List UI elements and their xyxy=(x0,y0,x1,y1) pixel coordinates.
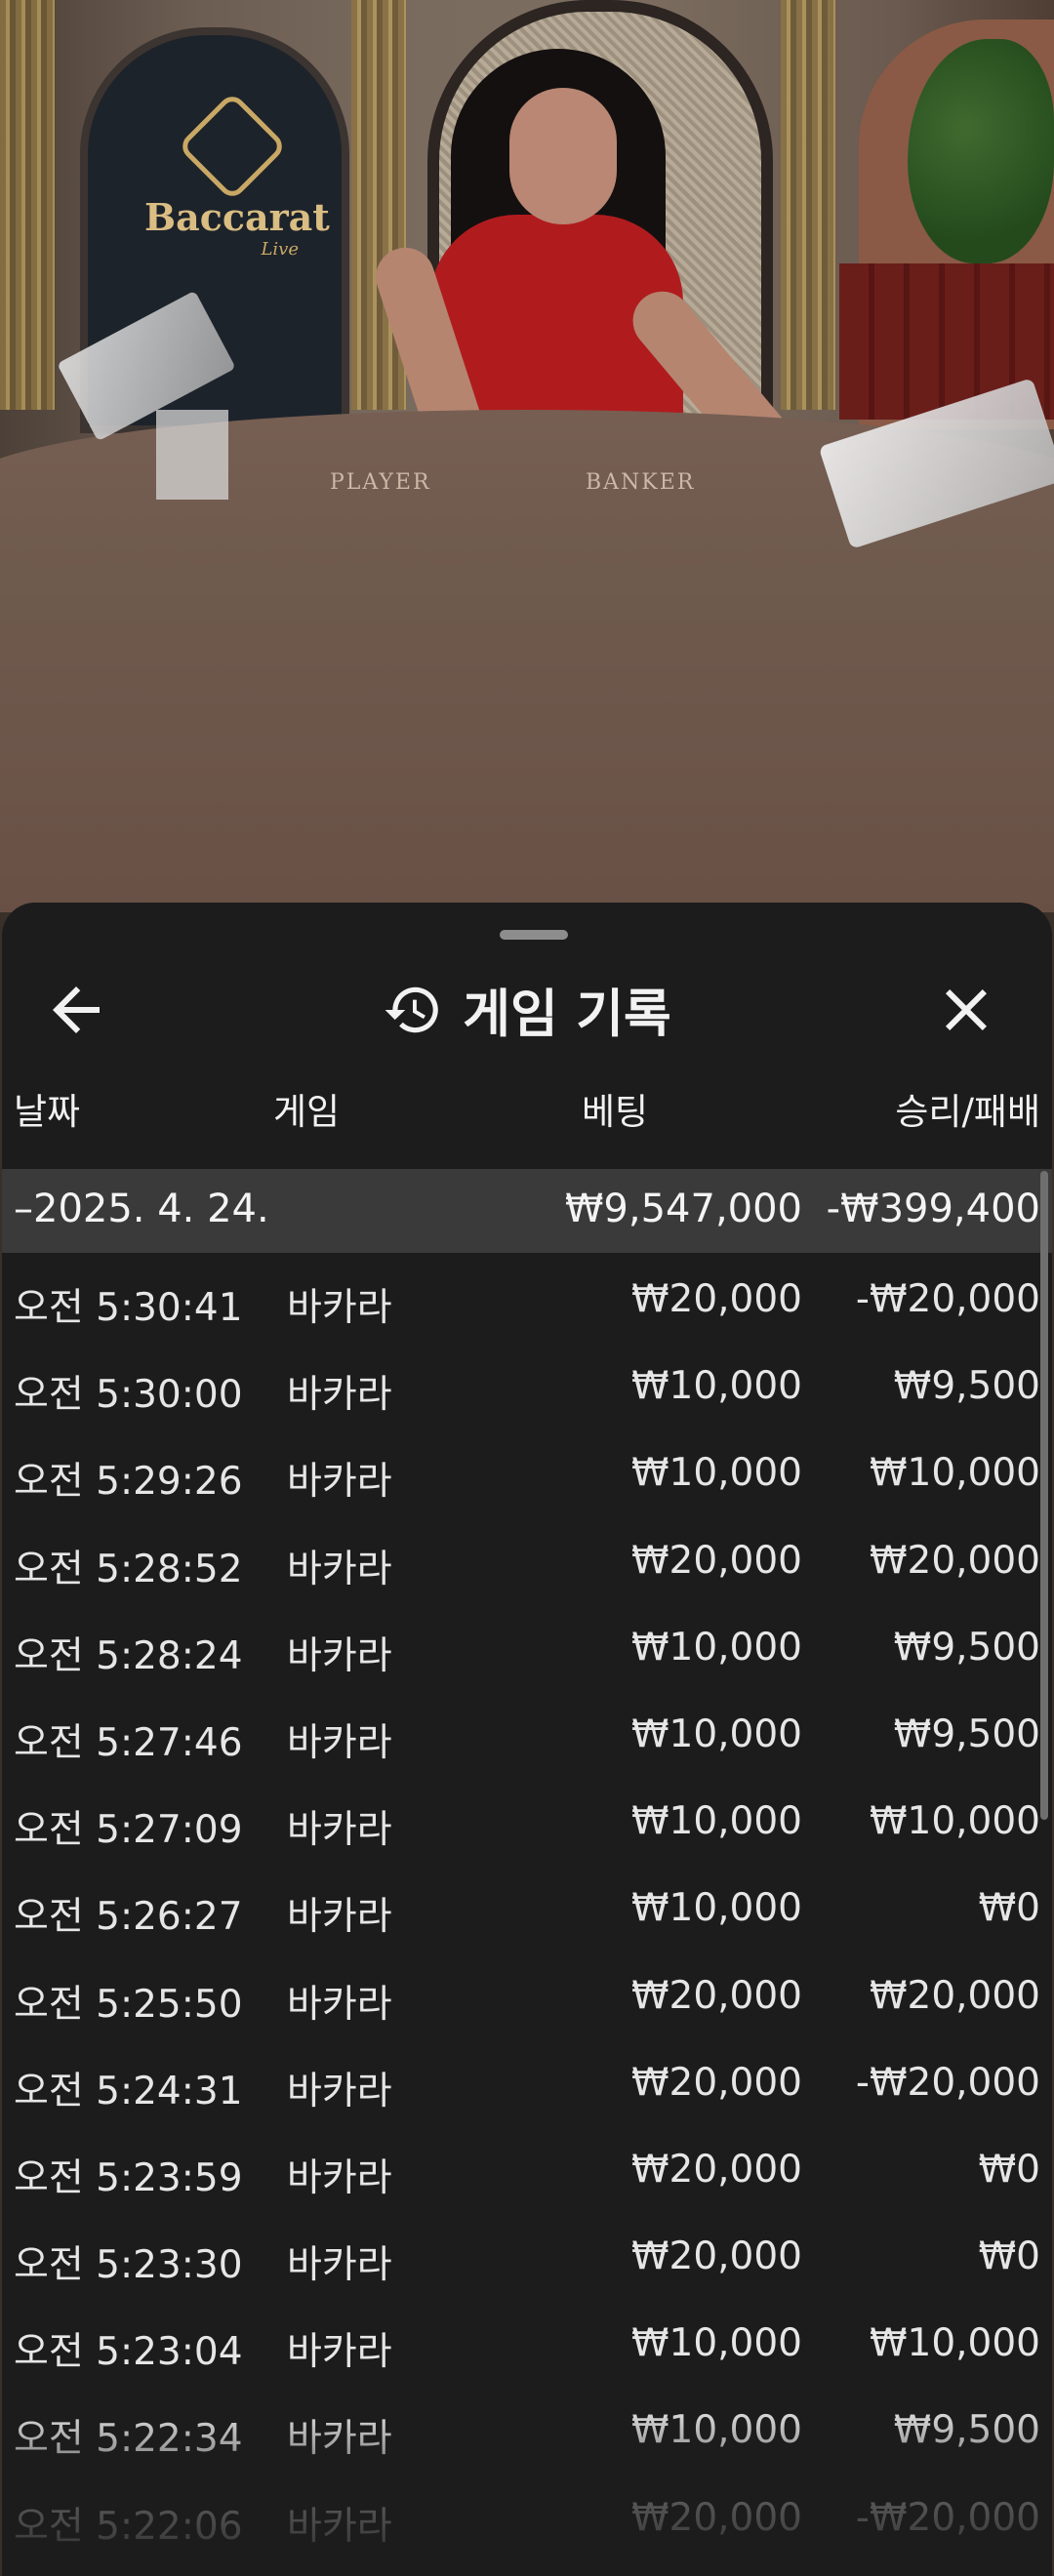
row-result: ₩10,000 xyxy=(869,2321,1040,2366)
history-row[interactable]: 오전 5:30:41 바카라 ₩20,000 -₩20,000 xyxy=(2,1256,1052,1343)
history-row[interactable]: 오전 5:27:09 바카라 ₩10,000 ₩10,000 xyxy=(2,1778,1052,1865)
row-result: ₩10,000 xyxy=(869,1799,1040,1844)
history-row[interactable]: 오전 5:30:00 바카라 ₩10,000 ₩9,500 xyxy=(2,1343,1052,1429)
row-game: 바카라 xyxy=(287,1373,392,1418)
column-header-game: 게임 xyxy=(273,1091,341,1133)
row-game: 바카라 xyxy=(287,1895,392,1940)
row-game: 바카라 xyxy=(287,1808,392,1853)
row-result: ₩9,500 xyxy=(893,1364,1040,1409)
row-bet: ₩20,000 xyxy=(630,2147,802,2192)
history-row[interactable]: 오전 5:23:59 바카라 ₩20,000 ₩0 xyxy=(2,2126,1052,2213)
date-group-label: –2025. 4. 24. xyxy=(14,1187,269,1231)
panel-title-group: 게임 기록 xyxy=(2,961,1052,1059)
row-result: ₩20,000 xyxy=(869,1538,1040,1583)
close-button[interactable] xyxy=(931,975,1001,1045)
date-group-bet-total: ₩9,547,000 xyxy=(564,1187,802,1231)
column-header-result: 승리/패배 xyxy=(895,1091,1040,1133)
game-history-panel: 게임 기록 날짜 게임 베팅 승리/패배 –2025. 4. 24. ₩9,54… xyxy=(2,903,1052,2576)
dealer-face xyxy=(509,88,617,224)
row-result: ₩0 xyxy=(978,2147,1040,2192)
row-result: ₩9,500 xyxy=(893,1625,1040,1670)
table-header: 날짜 게임 베팅 승리/패배 xyxy=(2,1078,1052,1137)
row-result: ₩0 xyxy=(978,2234,1040,2279)
row-result: -₩20,000 xyxy=(855,1277,1040,1321)
back-button[interactable] xyxy=(41,975,111,1045)
history-clock-icon xyxy=(385,986,439,1033)
row-game: 바카라 xyxy=(287,2069,392,2113)
card-discard-holder xyxy=(156,410,228,500)
history-row[interactable]: 오전 5:27:46 바카라 ₩10,000 ₩9,500 xyxy=(2,1691,1052,1778)
row-result: ₩0 xyxy=(978,1886,1040,1931)
row-bet: ₩10,000 xyxy=(630,1799,802,1844)
row-bet: ₩10,000 xyxy=(630,1886,802,1931)
baccarat-live-logo: Baccarat Live xyxy=(144,91,330,260)
row-bet: ₩20,000 xyxy=(630,1973,802,2018)
row-time: 오전 5:28:52 xyxy=(14,1547,243,1591)
row-time: 오전 5:26:27 xyxy=(14,1895,243,1940)
column-header-date: 날짜 xyxy=(14,1091,81,1133)
table-label-banker: BANKER xyxy=(586,470,696,495)
logo-title: Baccarat xyxy=(144,195,330,239)
row-time: 오전 5:28:24 xyxy=(14,1633,243,1678)
row-time: 오전 5:27:46 xyxy=(14,1720,243,1765)
row-result: ₩9,500 xyxy=(893,1711,1040,1756)
gold-pillar xyxy=(781,0,835,410)
row-bet: ₩20,000 xyxy=(630,1277,802,1321)
column-header-bet: 베팅 xyxy=(582,1091,649,1133)
scrollbar[interactable] xyxy=(1040,1171,1048,1820)
scroll-fade xyxy=(2,2405,1052,2576)
arrow-left-icon xyxy=(53,986,100,1033)
history-row[interactable]: 오전 5:28:24 바카라 ₩10,000 ₩9,500 xyxy=(2,1604,1052,1691)
row-bet: ₩20,000 xyxy=(630,1538,802,1583)
row-game: 바카라 xyxy=(287,1460,392,1505)
row-time: 오전 5:25:50 xyxy=(14,1982,243,2027)
row-bet: ₩20,000 xyxy=(630,2060,802,2105)
row-time: 오전 5:30:41 xyxy=(14,1286,243,1330)
close-x-icon xyxy=(946,989,987,1030)
row-game: 바카라 xyxy=(287,2155,392,2200)
gold-pillar xyxy=(0,0,55,410)
date-group-row[interactable]: –2025. 4. 24. ₩9,547,000 -₩399,400 xyxy=(2,1169,1052,1253)
row-game: 바카라 xyxy=(287,1547,392,1591)
drag-handle[interactable] xyxy=(500,930,568,940)
panel-header: 게임 기록 xyxy=(2,961,1052,1059)
history-row[interactable]: 오전 5:23:30 바카라 ₩20,000 ₩0 xyxy=(2,2213,1052,2300)
logo-emblem-icon xyxy=(177,91,288,202)
row-time: 오전 5:23:59 xyxy=(14,2155,243,2200)
row-time: 오전 5:30:00 xyxy=(14,1373,243,1418)
row-bet: ₩10,000 xyxy=(630,1625,802,1670)
row-bet: ₩10,000 xyxy=(630,1711,802,1756)
live-video-feed: Baccarat Live PLAYER BANKER xyxy=(0,0,1054,912)
row-time: 오전 5:24:31 xyxy=(14,2069,243,2113)
table-label-player: PLAYER xyxy=(330,470,431,495)
panel-title: 게임 기록 xyxy=(463,985,671,1044)
row-bet: ₩10,000 xyxy=(630,1364,802,1409)
row-result: -₩20,000 xyxy=(855,2060,1040,2105)
row-game: 바카라 xyxy=(287,2330,392,2375)
logo-subtitle: Live xyxy=(261,239,299,260)
date-group-result-total: -₩399,400 xyxy=(826,1187,1040,1231)
row-time: 오전 5:29:26 xyxy=(14,1460,243,1505)
row-time: 오전 5:27:09 xyxy=(14,1808,243,1853)
row-game: 바카라 xyxy=(287,1286,392,1330)
history-row[interactable]: 오전 5:24:31 바카라 ₩20,000 -₩20,000 xyxy=(2,2039,1052,2126)
row-time: 오전 5:23:30 xyxy=(14,2243,243,2288)
row-bet: ₩20,000 xyxy=(630,2234,802,2279)
history-list: 오전 5:30:41 바카라 ₩20,000 -₩20,000 오전 5:30:00 바카… xyxy=(2,1256,1052,2561)
row-game: 바카라 xyxy=(287,2243,392,2288)
row-result: ₩20,000 xyxy=(869,1973,1040,2018)
row-game: 바카라 xyxy=(287,1720,392,1765)
row-bet: ₩10,000 xyxy=(630,1451,802,1496)
row-time: 오전 5:23:04 xyxy=(14,2330,243,2375)
history-row[interactable]: 오전 5:29:26 바카라 ₩10,000 ₩10,000 xyxy=(2,1429,1052,1516)
history-row[interactable]: 오전 5:23:04 바카라 ₩10,000 ₩10,000 xyxy=(2,2300,1052,2387)
row-game: 바카라 xyxy=(287,1982,392,2027)
history-row[interactable]: 오전 5:25:50 바카라 ₩20,000 ₩20,000 xyxy=(2,1952,1052,2039)
row-result: ₩10,000 xyxy=(869,1451,1040,1496)
history-row[interactable]: 오전 5:26:27 바카라 ₩10,000 ₩0 xyxy=(2,1865,1052,1952)
history-row[interactable]: 오전 5:28:52 바카라 ₩20,000 ₩20,000 xyxy=(2,1517,1052,1604)
row-game: 바카라 xyxy=(287,1633,392,1678)
row-bet: ₩10,000 xyxy=(630,2321,802,2366)
